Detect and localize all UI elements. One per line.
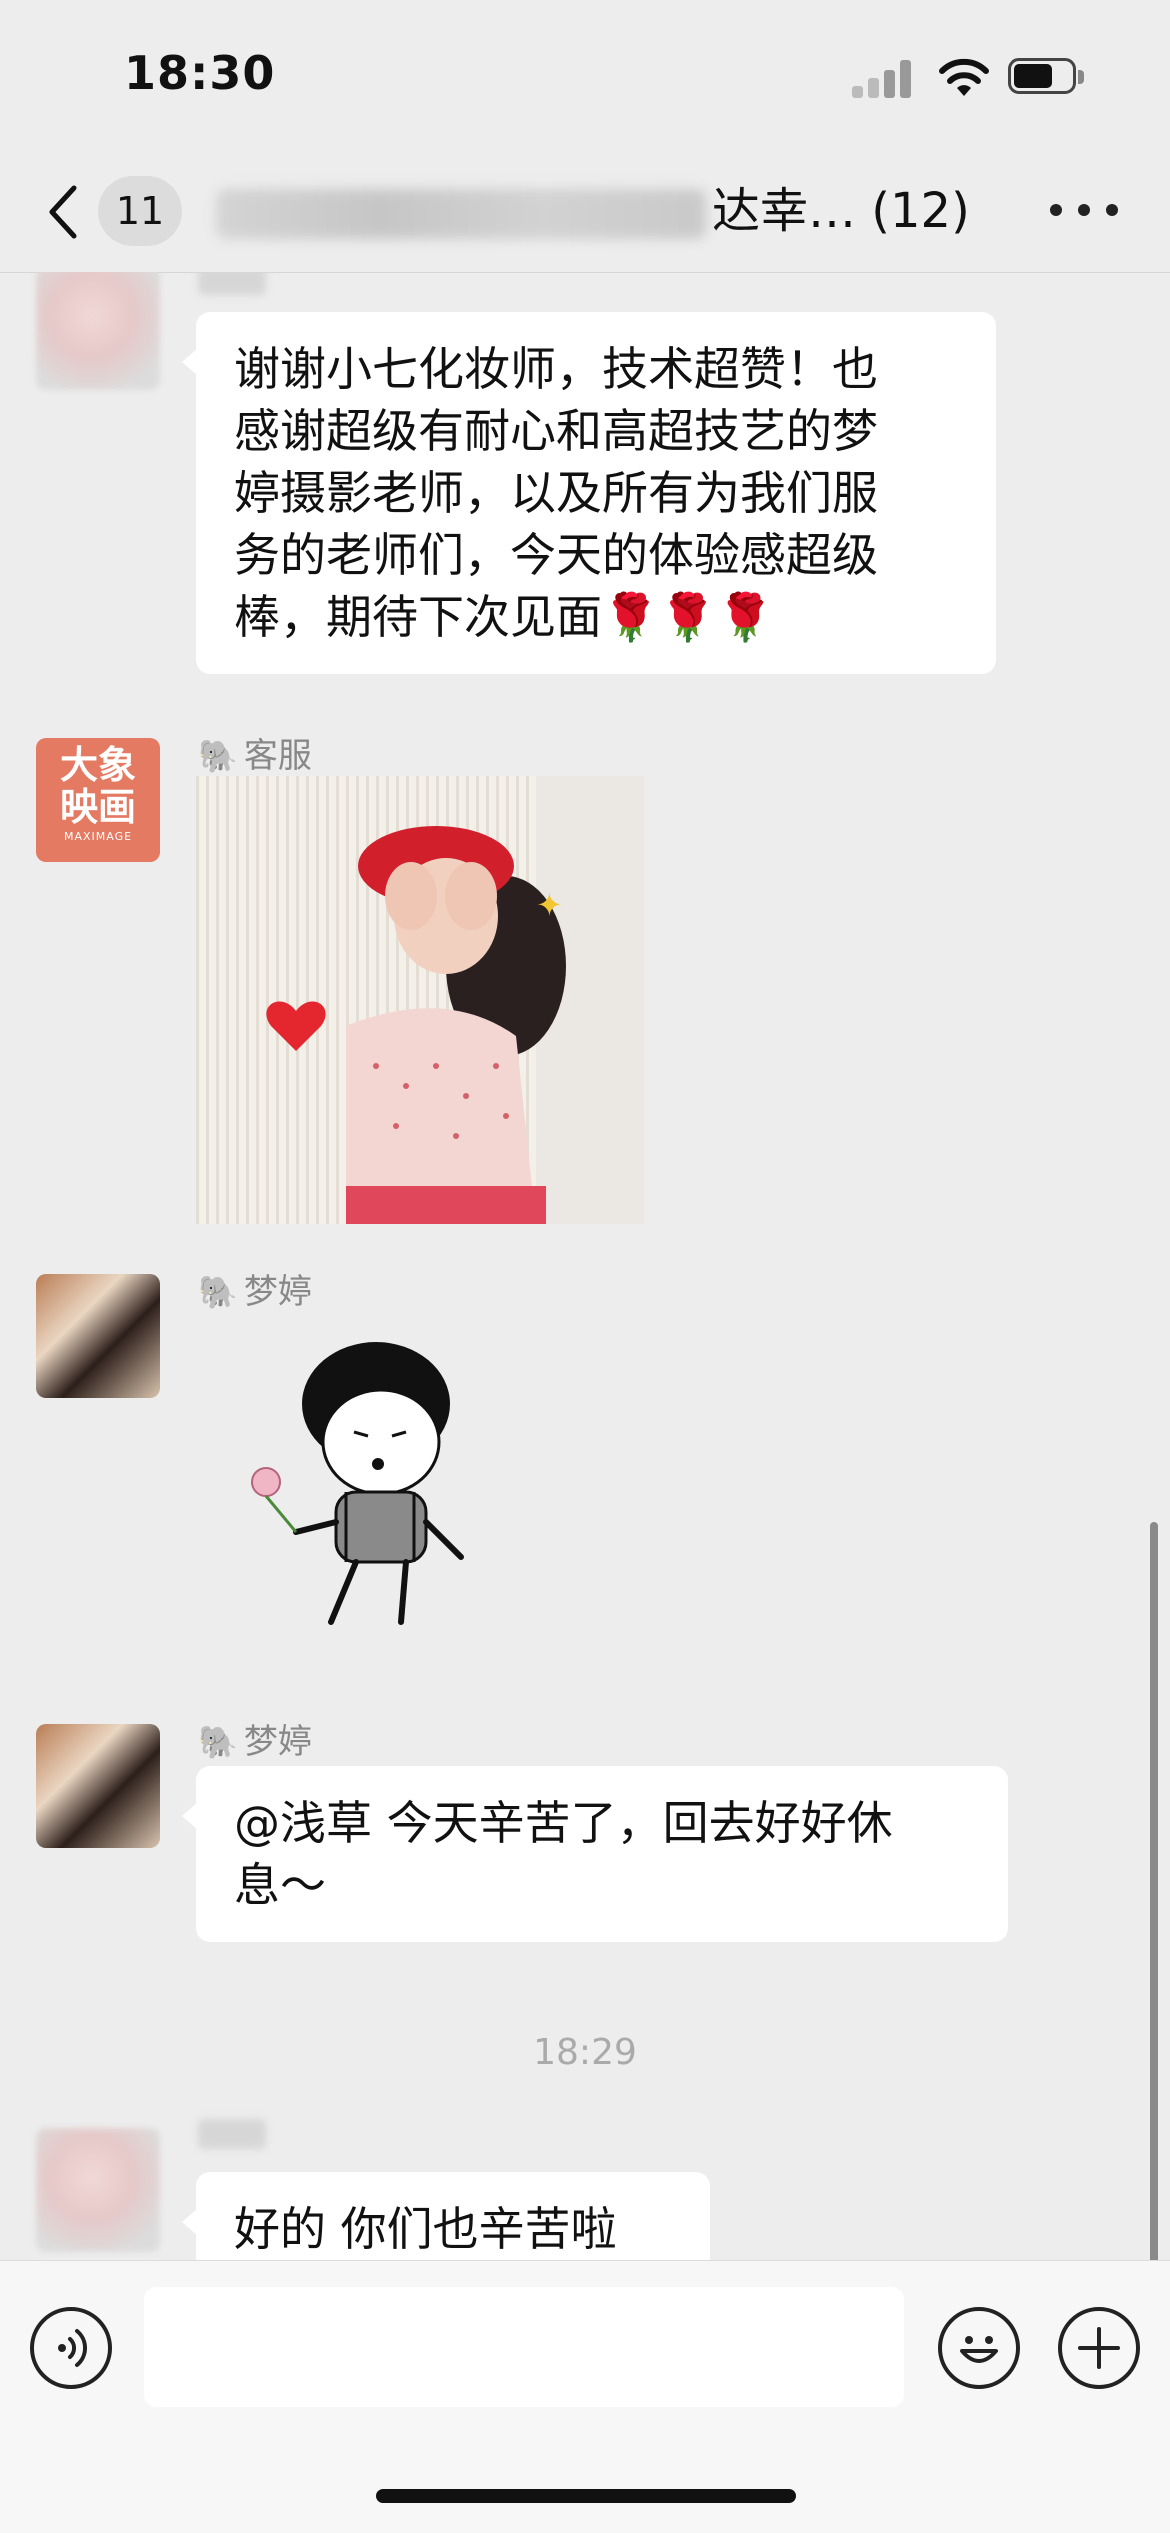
meme-sticker-image[interactable] — [236, 1332, 496, 1632]
avatar[interactable] — [36, 272, 160, 390]
message-list[interactable]: 谢谢小七化妆师，技术超赞！也 感谢超级有耐心和高超技艺的梦 婷摄影老师，以及所有… — [0, 272, 1170, 2260]
plus-icon — [1078, 2327, 1120, 2369]
avatar[interactable] — [36, 1274, 160, 1398]
message-line: 务的老师们，今天的体验感超级 — [234, 528, 878, 582]
status-bar: 18:30 — [0, 0, 1170, 150]
input-bar — [0, 2260, 1170, 2533]
message-line: 感谢超级有耐心和高超技艺的梦 — [234, 404, 878, 458]
emoji-button[interactable] — [938, 2307, 1020, 2389]
avatar-brand-logo[interactable]: 大象 映画 MAXIMAGE — [36, 738, 160, 862]
sender-label: 客服 — [243, 736, 312, 776]
home-indicator — [376, 2489, 796, 2503]
sender-name: 🐘 梦婷 — [198, 1714, 312, 1763]
voice-icon — [58, 2329, 88, 2367]
elephant-icon: 🐘 — [198, 1273, 238, 1311]
message-line: @浅草 今天辛苦了，回去好好休 — [234, 1796, 893, 1850]
message-input[interactable] — [144, 2287, 904, 2407]
wifi-icon — [939, 58, 989, 96]
photo-message[interactable]: ✦ — [196, 776, 644, 1224]
svg-text:✦: ✦ — [536, 886, 563, 924]
redacted-sender — [198, 272, 266, 295]
message-line: 棒，期待下次见面🌹🌹🌹 — [234, 590, 774, 644]
message-line: 好的 你们也辛苦啦 — [234, 2202, 617, 2256]
message-bubble[interactable]: 好的 你们也辛苦啦 — [182, 2172, 710, 2260]
sender-name: 🐘 客服 — [198, 728, 312, 777]
message-line: 息～ — [234, 1858, 326, 1912]
add-more-button[interactable] — [1058, 2307, 1140, 2389]
cellular-signal-icon — [852, 60, 914, 98]
unread-count-badge[interactable]: 11 — [98, 176, 182, 246]
redacted-sender — [198, 2119, 266, 2149]
sender-name: 🐘 梦婷 — [198, 1264, 312, 1313]
avatar[interactable] — [36, 2128, 160, 2252]
more-options-icon[interactable] — [1050, 200, 1120, 220]
status-time: 18:30 — [124, 46, 276, 100]
elephant-icon: 🐘 — [198, 1723, 238, 1761]
message-bubble[interactable]: @浅草 今天辛苦了，回去好好休 息～ — [182, 1766, 1008, 1942]
chat-nav-bar: 11 达幸… (12) — [0, 150, 1170, 273]
sender-label: 梦婷 — [243, 1722, 312, 1762]
redacted-title-part — [216, 189, 706, 239]
smiley-icon — [960, 2336, 998, 2363]
sender-name — [198, 2118, 266, 2158]
avatar[interactable] — [36, 1724, 160, 1848]
chat-title[interactable]: 达幸… (12) — [216, 176, 970, 246]
logo-text: 大象 映画 — [59, 743, 136, 829]
message-line: 谢谢小七化妆师，技术超赞！也 — [234, 342, 878, 396]
photo-girl-heart-image: ✦ — [196, 776, 644, 1224]
message-bubble[interactable]: 谢谢小七化妆师，技术超赞！也 感谢超级有耐心和高超技艺的梦 婷摄影老师，以及所有… — [182, 312, 996, 674]
message-line: 婷摄影老师，以及所有为我们服 — [234, 466, 878, 520]
voice-input-button[interactable] — [30, 2307, 112, 2389]
message-timestamp: 18:29 — [533, 2032, 637, 2073]
sender-label: 梦婷 — [243, 1272, 312, 1312]
scrollbar[interactable] — [1150, 1522, 1158, 2260]
battery-icon — [1008, 58, 1086, 96]
logo-subtext: MAXIMAGE — [63, 830, 133, 843]
sender-name — [198, 272, 266, 304]
elephant-icon: 🐘 — [198, 737, 238, 775]
chat-title-text: 达幸… (12) — [712, 183, 970, 239]
back-chevron-icon[interactable] — [44, 182, 84, 242]
